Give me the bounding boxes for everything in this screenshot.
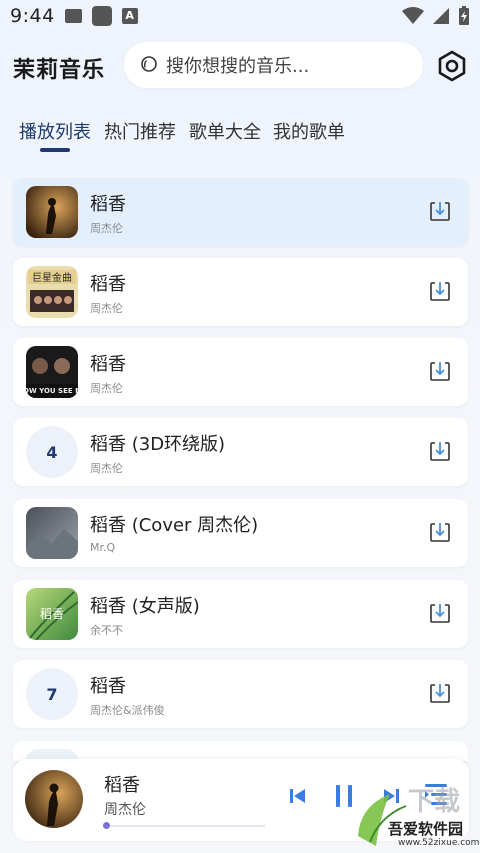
track-number: 4	[26, 426, 78, 478]
song-row-partial[interactable]	[13, 741, 468, 761]
album-cover	[26, 186, 78, 238]
album-cover: 巨星金曲	[26, 266, 78, 318]
download-icon[interactable]	[429, 360, 451, 382]
song-title: 稻香	[90, 194, 126, 215]
download-icon[interactable]	[429, 602, 451, 624]
song-artist: 余不不	[90, 624, 123, 637]
download-icon[interactable]	[429, 682, 451, 704]
song-artist: 周杰伦	[90, 462, 123, 475]
album-cover: NOW YOU SEE ME	[26, 346, 78, 398]
song-title: 稻香	[90, 354, 126, 375]
song-artist: 周杰伦	[90, 382, 123, 395]
song-row[interactable]: NOW YOU SEE ME 稻香 周杰伦	[13, 338, 468, 406]
download-icon[interactable]	[429, 280, 451, 302]
progress-handle[interactable]	[103, 822, 110, 829]
track-number: 7	[26, 668, 78, 720]
app-notification-icon	[91, 6, 112, 26]
song-artist: Mr.Q	[90, 541, 116, 554]
song-row[interactable]: 稻香 周杰伦	[13, 178, 468, 246]
song-artist: 周杰伦&派伟俊	[90, 704, 165, 717]
status-bar: 9:44 A	[0, 0, 480, 32]
wifi-icon	[402, 7, 424, 24]
search-icon	[141, 56, 157, 72]
download-icon[interactable]	[429, 521, 451, 543]
song-row[interactable]: 稻香 (Cover 周杰伦) Mr.Q	[13, 499, 468, 567]
tab-playlist[interactable]: 播放列表	[19, 118, 91, 144]
header: 茉莉音乐 搜你想搜的音乐...	[0, 40, 480, 92]
watermark-url: www.52zixue.com	[398, 838, 480, 848]
settings-icon[interactable]	[436, 50, 468, 82]
status-time: 9:44	[10, 5, 55, 27]
song-row[interactable]: 4 稻香 (3D环绕版) 周杰伦	[13, 418, 468, 486]
signal-icon	[433, 8, 449, 24]
svg-text:巨星金曲: 巨星金曲	[32, 271, 72, 284]
previous-track-icon[interactable]	[289, 785, 307, 807]
song-title: 稻香	[90, 676, 126, 697]
song-title: 稻香	[90, 274, 126, 295]
active-tab-indicator	[40, 148, 70, 152]
download-icon[interactable]	[429, 440, 451, 462]
tab-playlist-collection[interactable]: 歌单大全	[189, 118, 261, 144]
song-artist: 周杰伦	[90, 222, 123, 235]
player-album-cover	[25, 770, 83, 828]
player-artist: 周杰伦	[104, 802, 146, 818]
download-icon[interactable]	[429, 200, 451, 222]
battery-icon	[459, 6, 469, 25]
song-title: 稻香 (Cover 周杰伦)	[90, 515, 259, 536]
album-cover	[26, 507, 78, 559]
tab-bar: 播放列表 热门推荐 歌单大全 我的歌单	[0, 118, 480, 158]
tab-hot-recommend[interactable]: 热门推荐	[104, 118, 176, 144]
svg-text:NOW YOU SEE ME: NOW YOU SEE ME	[26, 387, 78, 395]
watermark-name: 吾爱软件园	[388, 820, 464, 838]
song-row[interactable]: 稻香 稻香 (女声版) 余不不	[13, 580, 468, 648]
app-title: 茉莉音乐	[13, 58, 106, 83]
player-song-title: 稻香	[104, 775, 140, 796]
song-title: 稻香 (3D环绕版)	[90, 434, 226, 455]
search-bar[interactable]: 搜你想搜的音乐...	[124, 42, 423, 88]
song-row[interactable]: 7 稻香 周杰伦&派伟俊	[13, 660, 468, 728]
svg-text:下载: 下载	[408, 787, 460, 817]
song-artist: 周杰伦	[90, 302, 123, 315]
search-placeholder: 搜你想搜的音乐...	[166, 56, 310, 77]
progress-bar[interactable]	[105, 825, 265, 827]
image-notification-icon	[64, 9, 82, 23]
a-notification-icon: A	[121, 8, 138, 24]
album-cover: 稻香	[26, 588, 78, 640]
song-row[interactable]: 巨星金曲 稻香 周杰伦	[13, 258, 468, 326]
song-title: 稻香 (女声版)	[90, 596, 200, 617]
svg-text:稻香: 稻香	[40, 607, 64, 621]
tab-my-playlists[interactable]: 我的歌单	[273, 118, 345, 144]
